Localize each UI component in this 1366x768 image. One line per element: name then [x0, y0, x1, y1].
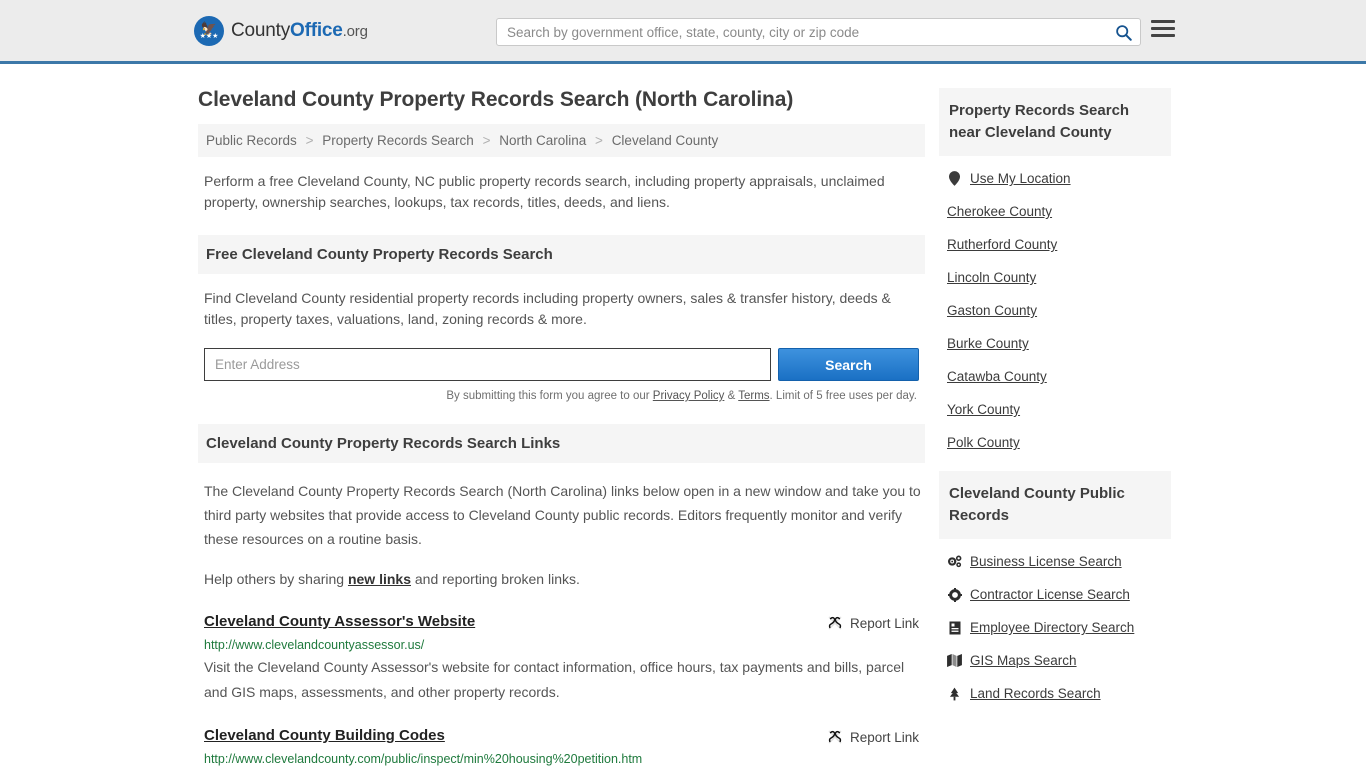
new-links-link[interactable]: new links: [348, 571, 411, 587]
sidebar-nearby-heading: Property Records Search near Cleveland C…: [939, 88, 1171, 156]
id-card-icon: [947, 621, 962, 635]
sidebar-item-business-license-search[interactable]: Business License Search: [939, 545, 1171, 578]
sidebar-link-employee-directory-search[interactable]: Employee Directory Search: [970, 620, 1134, 635]
sidebar-link-york-county[interactable]: York County: [947, 402, 1020, 417]
sidebar-item-york-county[interactable]: York County: [939, 393, 1171, 426]
address-input[interactable]: [204, 348, 771, 381]
search-input[interactable]: [497, 24, 1106, 40]
page-title: Cleveland County Property Records Search…: [198, 88, 794, 111]
global-search-bar[interactable]: [496, 18, 1141, 46]
sidebar-item-contractor-license-search[interactable]: Contractor License Search: [939, 578, 1171, 611]
hamburger-menu-icon[interactable]: [1151, 20, 1175, 37]
form-disclaimer: By submitting this form you agree to our…: [198, 390, 917, 402]
report-link-button[interactable]: Report Link: [827, 615, 919, 631]
help-text-after: and reporting broken links.: [411, 571, 580, 587]
sidebar-link-rutherford-county[interactable]: Rutherford County: [947, 237, 1057, 252]
search-icon: [1115, 24, 1132, 41]
free-search-heading: Free Cleveland County Property Records S…: [198, 235, 925, 274]
sidebar-link-gis-maps-search[interactable]: GIS Maps Search: [970, 653, 1077, 668]
link-url[interactable]: http://www.clevelandcountyassessor.us/: [204, 638, 925, 652]
report-link-label: Report Link: [849, 729, 919, 745]
page-body: Cleveland County Property Records Search…: [0, 64, 1366, 768]
sidebar-link-catawba-county[interactable]: Catawba County: [947, 369, 1047, 384]
link-title[interactable]: Cleveland County Building Codes: [204, 727, 445, 744]
breadcrumb-item-cleveland-county[interactable]: Cleveland County: [612, 133, 719, 148]
report-link-button[interactable]: Report Link: [827, 729, 919, 745]
site-header: 🦅 ★★★ CountyOffice.org: [0, 0, 1366, 64]
links-section-heading: Cleveland County Property Records Search…: [198, 424, 925, 463]
logo-text-county: County: [231, 19, 291, 41]
link-entry: Cleveland County Assessor's Website Repo…: [204, 613, 925, 705]
countyoffice-logo-icon: 🦅 ★★★: [194, 15, 224, 46]
sidebar-link-burke-county[interactable]: Burke County: [947, 336, 1029, 351]
sidebar-item-land-records-search[interactable]: Land Records Search: [939, 677, 1171, 710]
sidebar-item-rutherford-county[interactable]: Rutherford County: [939, 228, 1171, 261]
breadcrumb-separator: >: [305, 133, 314, 148]
free-search-description: Find Cleveland County residential proper…: [204, 290, 891, 327]
sidebar-item-gaston-county[interactable]: Gaston County: [939, 294, 1171, 327]
sidebar-link-business-license-search[interactable]: Business License Search: [970, 554, 1122, 569]
sidebar-item-gis-maps-search[interactable]: GIS Maps Search: [939, 644, 1171, 677]
tree-icon: [947, 687, 962, 701]
disclaimer-amp: &: [724, 390, 739, 402]
link-entry: Cleveland County Building Codes Report L…: [204, 727, 925, 768]
link-description: Visit the Cleveland County Assessor's we…: [204, 659, 905, 700]
sidebar: Property Records Search near Cleveland C…: [939, 64, 1171, 768]
link-title[interactable]: Cleveland County Assessor's Website: [204, 613, 475, 630]
sidebar-item-polk-county[interactable]: Polk County: [939, 426, 1171, 459]
help-others-line: Help others by sharing new links and rep…: [204, 567, 925, 591]
sidebar-nearby-list: Use My Location Cherokee County Rutherfo…: [939, 162, 1171, 459]
sidebar-item-catawba-county[interactable]: Catawba County: [939, 360, 1171, 393]
sidebar-link-polk-county[interactable]: Polk County: [947, 435, 1020, 450]
sidebar-link-lincoln-county[interactable]: Lincoln County: [947, 270, 1036, 285]
main-content: Cleveland County Property Records Search…: [198, 64, 925, 768]
sidebar-item-employee-directory-search[interactable]: Employee Directory Search: [939, 611, 1171, 644]
map-icon: [947, 654, 962, 667]
report-link-label: Report Link: [849, 615, 919, 631]
logo-text-office: Office: [290, 19, 343, 41]
address-search-button[interactable]: Search: [778, 348, 919, 381]
address-search-form: Search: [204, 348, 919, 381]
site-logo[interactable]: 🦅 ★★★ CountyOffice.org: [194, 15, 368, 46]
sidebar-link-contractor-license-search[interactable]: Contractor License Search: [970, 587, 1130, 602]
cog-icon: [947, 587, 962, 602]
breadcrumb: Public Records > Property Records Search…: [198, 124, 925, 157]
cogs-icon: [947, 555, 962, 568]
sidebar-public-records-list: Business License Search Contractor Licen…: [939, 545, 1171, 710]
search-submit-button[interactable]: [1106, 19, 1140, 45]
link-url[interactable]: http://www.clevelandcounty.com/public/in…: [204, 752, 925, 766]
unlink-icon: [828, 730, 842, 744]
sidebar-link-use-my-location[interactable]: Use My Location: [970, 171, 1071, 186]
intro-paragraph: Perform a free Cleveland County, NC publ…: [204, 173, 885, 210]
breadcrumb-separator: >: [482, 133, 491, 148]
sidebar-link-gaston-county[interactable]: Gaston County: [947, 303, 1037, 318]
sidebar-item-cherokee-county[interactable]: Cherokee County: [939, 195, 1171, 228]
privacy-policy-link[interactable]: Privacy Policy: [653, 390, 725, 402]
terms-link[interactable]: Terms: [738, 390, 769, 402]
hamburger-bar: [1151, 20, 1175, 23]
hamburger-bar: [1151, 27, 1175, 30]
logo-wordmark: CountyOffice.org: [231, 20, 368, 42]
sidebar-link-cherokee-county[interactable]: Cherokee County: [947, 204, 1052, 219]
sidebar-divider: [939, 459, 1171, 471]
help-text-before: Help others by sharing: [204, 571, 348, 587]
sidebar-item-use-my-location[interactable]: Use My Location: [939, 162, 1171, 195]
disclaimer-text-before: By submitting this form you agree to our: [446, 390, 653, 402]
breadcrumb-item-public-records[interactable]: Public Records: [206, 133, 297, 148]
breadcrumb-item-north-carolina[interactable]: North Carolina: [499, 133, 586, 148]
breadcrumb-separator: >: [595, 133, 603, 148]
logo-text-org: .org: [342, 22, 368, 40]
sidebar-link-land-records-search[interactable]: Land Records Search: [970, 686, 1101, 701]
breadcrumb-item-property-records-search[interactable]: Property Records Search: [322, 133, 474, 148]
sidebar-item-burke-county[interactable]: Burke County: [939, 327, 1171, 360]
links-section-paragraph: The Cleveland County Property Records Se…: [204, 483, 921, 547]
hamburger-bar: [1151, 34, 1175, 37]
map-pin-icon: [947, 171, 962, 186]
sidebar-item-lincoln-county[interactable]: Lincoln County: [939, 261, 1171, 294]
sidebar-public-records-heading: Cleveland County Public Records: [939, 471, 1171, 539]
disclaimer-text-after: . Limit of 5 free uses per day.: [769, 390, 917, 402]
unlink-icon: [828, 616, 842, 630]
